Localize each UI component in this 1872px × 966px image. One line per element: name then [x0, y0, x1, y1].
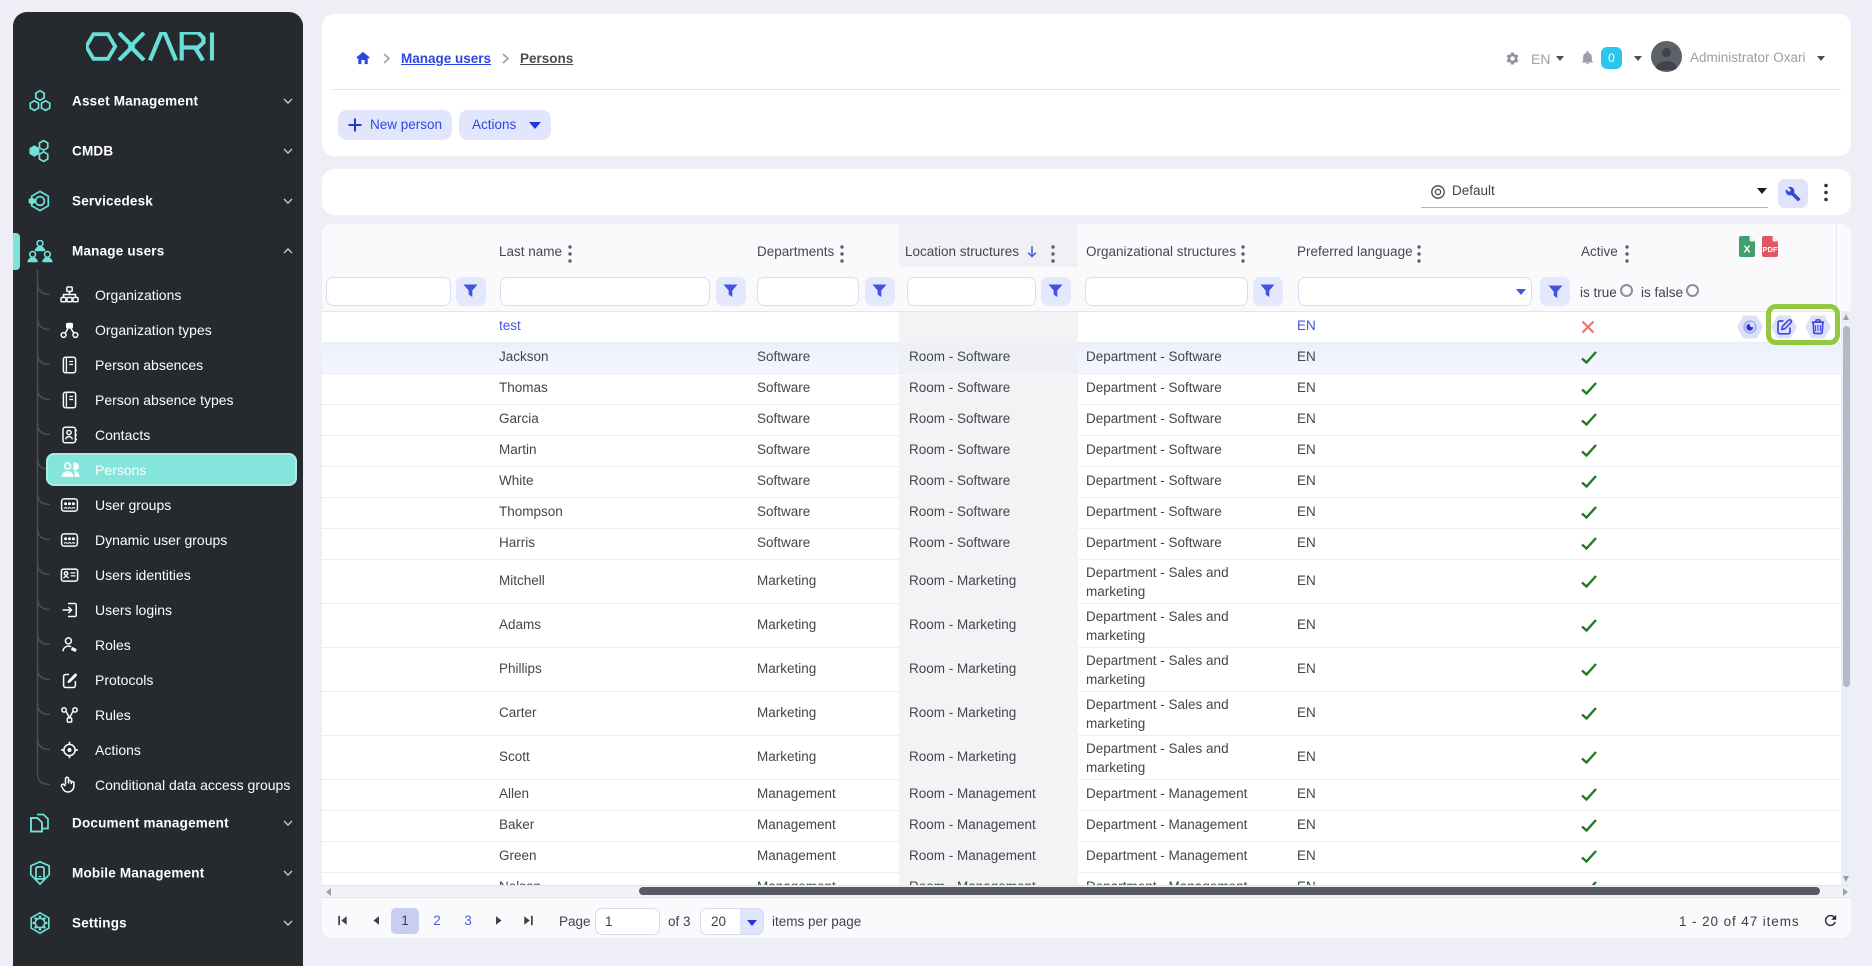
svg-text:PDF: PDF [1763, 245, 1778, 254]
svg-text:X: X [1743, 244, 1750, 256]
